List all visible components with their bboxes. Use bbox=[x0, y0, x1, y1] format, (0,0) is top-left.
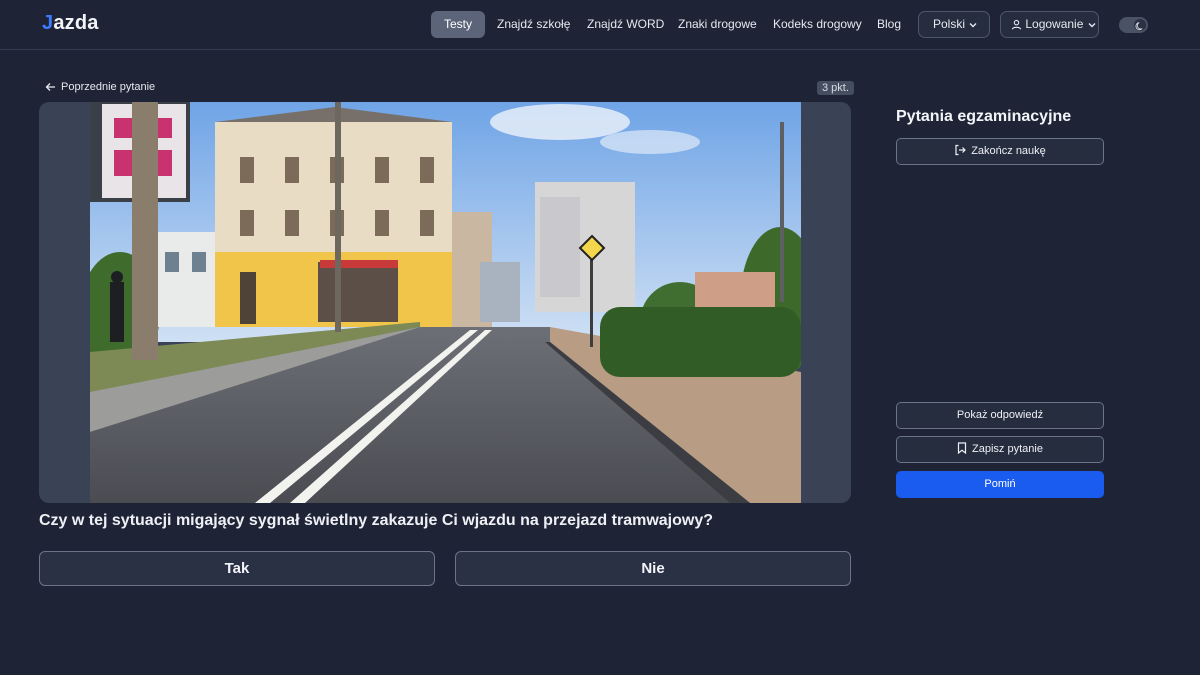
question-media bbox=[39, 102, 851, 503]
login-dropdown[interactable]: Logowanie bbox=[1000, 11, 1099, 38]
chevron-down-icon bbox=[968, 17, 978, 31]
save-question-label: Zapisz pytanie bbox=[972, 443, 1043, 455]
points-badge: 3 pkt. bbox=[817, 81, 854, 95]
finish-learning-label: Zakończ naukę bbox=[971, 145, 1046, 157]
nav-blog[interactable]: Blog bbox=[864, 11, 914, 38]
top-navbar: Jazda Testy Znajdź szkołę Znajdź WORD Zn… bbox=[0, 0, 1200, 50]
previous-question-label: Poprzednie pytanie bbox=[61, 81, 156, 93]
question-text: Czy w tej sytuacji migający sygnał świet… bbox=[39, 512, 713, 529]
previous-question-link[interactable]: Poprzednie pytanie bbox=[45, 81, 155, 93]
bookmark-icon bbox=[957, 442, 972, 455]
logo-text: azda bbox=[53, 12, 99, 34]
user-icon bbox=[1011, 17, 1022, 31]
login-label: Logowanie bbox=[1025, 17, 1084, 31]
logo-mark: J bbox=[42, 12, 54, 34]
language-select[interactable]: Polski bbox=[918, 11, 990, 38]
chevron-down-icon bbox=[1087, 17, 1097, 31]
answer-yes-button[interactable]: Tak bbox=[39, 551, 435, 586]
nav-kodeks-drogowy[interactable]: Kodeks drogowy bbox=[760, 11, 875, 38]
nav-znaki-drogowe[interactable]: Znaki drogowe bbox=[665, 11, 770, 38]
finish-learning-button[interactable]: Zakończ naukę bbox=[896, 138, 1104, 165]
show-answer-button[interactable]: Pokaż odpowiedź bbox=[896, 402, 1104, 429]
nav-znajdz-word[interactable]: Znajdź WORD bbox=[574, 11, 677, 38]
arrow-left-icon bbox=[45, 81, 61, 93]
skip-button[interactable]: Pomiń bbox=[896, 471, 1104, 498]
save-question-button[interactable]: Zapisz pytanie bbox=[896, 436, 1104, 463]
theme-toggle[interactable] bbox=[1119, 17, 1148, 33]
language-label: Polski bbox=[933, 17, 966, 31]
sidebar-title: Pytania egzaminacyjne bbox=[896, 108, 1072, 125]
street-scene-image bbox=[90, 102, 801, 503]
jazda-logo[interactable]: Jazda bbox=[42, 12, 99, 35]
answer-no-button[interactable]: Nie bbox=[455, 551, 851, 586]
nav-znajdz-szkole[interactable]: Znajdź szkołę bbox=[484, 11, 583, 38]
logout-icon bbox=[954, 144, 971, 157]
nav-testy[interactable]: Testy bbox=[431, 11, 486, 38]
moon-icon bbox=[1134, 19, 1146, 31]
